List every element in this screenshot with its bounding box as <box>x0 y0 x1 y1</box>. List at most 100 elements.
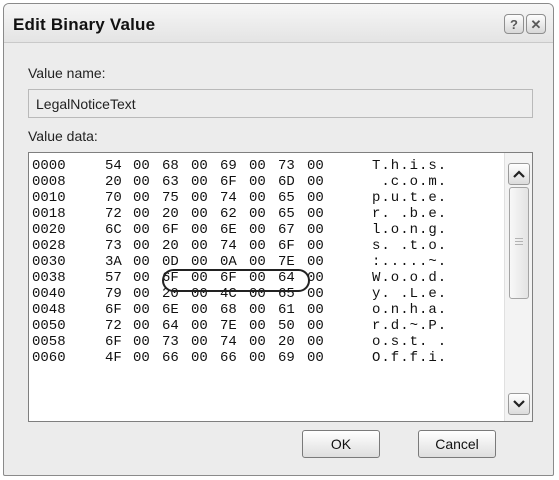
ascii-text[interactable]: :.....~. <box>372 254 447 270</box>
hex-byte[interactable]: 00 <box>249 206 266 222</box>
hex-byte[interactable]: 00 <box>191 334 208 350</box>
vertical-scrollbar[interactable] <box>504 153 532 421</box>
hex-byte[interactable]: 6F <box>220 174 237 190</box>
hex-byte[interactable]: 00 <box>133 334 150 350</box>
hex-byte[interactable]: 00 <box>249 366 266 382</box>
hex-byte[interactable]: 00 <box>249 238 266 254</box>
hex-byte[interactable]: 42 <box>278 366 295 382</box>
hex-byte[interactable]: 00 <box>307 238 324 254</box>
hex-byte[interactable]: 00 <box>133 238 150 254</box>
hex-byte[interactable]: 6E <box>162 302 179 318</box>
hex-byte[interactable]: 00 <box>191 238 208 254</box>
hex-byte[interactable]: 00 <box>249 158 266 174</box>
hex-byte[interactable]: 00 <box>249 318 266 334</box>
scroll-up-button[interactable] <box>508 163 530 185</box>
hex-byte[interactable]: 00 <box>133 366 150 382</box>
ascii-text[interactable]: O.f.f.i. <box>372 350 447 366</box>
hex-byte[interactable]: 00 <box>307 158 324 174</box>
hex-byte[interactable]: 00 <box>307 222 324 238</box>
hex-byte[interactable]: 00 <box>249 334 266 350</box>
title-bar[interactable]: Edit Binary Value ? ✕ <box>4 4 553 43</box>
hex-byte[interactable]: 57 <box>105 270 122 286</box>
hex-byte[interactable]: 63 <box>162 174 179 190</box>
hex-byte[interactable]: 50 <box>278 318 295 334</box>
hex-byte[interactable]: 4F <box>105 350 122 366</box>
hex-byte[interactable]: 7E <box>278 254 295 270</box>
hex-byte[interactable]: 00 <box>191 206 208 222</box>
hex-byte[interactable]: 67 <box>278 222 295 238</box>
hex-byte[interactable]: 79 <box>105 286 122 302</box>
hex-byte[interactable]: 6F <box>105 302 122 318</box>
hex-byte[interactable]: 20 <box>278 334 295 350</box>
hex-byte[interactable]: 00 <box>133 254 150 270</box>
hex-byte[interactable]: 00 <box>133 286 150 302</box>
ascii-text[interactable]: .c.o.m. <box>372 174 447 190</box>
hex-byte[interactable]: 74 <box>220 190 237 206</box>
ascii-text[interactable]: o.s.t. . <box>372 334 447 350</box>
value-data-editor[interactable]: 0000 54 00 68 00 69 00 73 00 T.h.i.s. 0008 20 00 63 00… <box>28 152 533 422</box>
hex-byte[interactable]: 00 <box>307 366 324 382</box>
ascii-text[interactable]: c.e. .B. <box>372 366 447 382</box>
hex-byte[interactable]: 00 <box>307 206 324 222</box>
hex-byte[interactable]: 6C <box>105 222 122 238</box>
hex-byte[interactable]: 00 <box>307 350 324 366</box>
hex-byte[interactable]: 72 <box>105 206 122 222</box>
hex-byte[interactable]: 20 <box>162 206 179 222</box>
hex-byte[interactable]: 70 <box>105 190 122 206</box>
hex-byte[interactable]: 73 <box>278 158 295 174</box>
ascii-text[interactable]: r. .b.e. <box>372 206 447 222</box>
hex-byte[interactable]: 65 <box>278 190 295 206</box>
hex-byte[interactable]: 69 <box>220 158 237 174</box>
hex-byte[interactable]: 00 <box>191 350 208 366</box>
hex-byte[interactable]: 00 <box>307 174 324 190</box>
hex-byte[interactable]: 0A <box>220 254 237 270</box>
hex-byte[interactable]: 00 <box>191 318 208 334</box>
ascii-text[interactable]: y. .L.e. <box>372 286 447 302</box>
hex-byte[interactable]: 75 <box>162 190 179 206</box>
hex-byte[interactable]: 6F <box>278 238 295 254</box>
hex-byte[interactable]: 00 <box>191 158 208 174</box>
hex-byte[interactable]: 00 <box>307 318 324 334</box>
hex-byte[interactable]: 00 <box>133 302 150 318</box>
hex-byte[interactable]: 20 <box>105 174 122 190</box>
hex-byte[interactable]: 64 <box>162 318 179 334</box>
hex-byte[interactable]: 20 <box>220 366 237 382</box>
hex-byte[interactable]: 66 <box>162 350 179 366</box>
hex-byte[interactable]: 00 <box>191 222 208 238</box>
hex-byte[interactable]: 66 <box>220 350 237 366</box>
cancel-button[interactable]: Cancel <box>418 430 496 458</box>
hex-byte[interactable]: 54 <box>105 158 122 174</box>
ascii-text[interactable]: T.h.i.s. <box>372 158 447 174</box>
hex-byte[interactable]: 3A <box>105 254 122 270</box>
hex-byte[interactable]: 6E <box>220 222 237 238</box>
hex-byte[interactable]: 74 <box>220 238 237 254</box>
help-button[interactable]: ? <box>504 14 524 34</box>
ascii-text[interactable]: l.o.n.g. <box>372 222 447 238</box>
hex-byte[interactable]: 00 <box>307 254 324 270</box>
hex-byte[interactable]: 20 <box>162 238 179 254</box>
hex-byte[interactable]: 0D <box>162 254 179 270</box>
hex-byte[interactable]: 7E <box>220 318 237 334</box>
hex-byte[interactable]: 00 <box>249 190 266 206</box>
hex-byte[interactable]: 65 <box>278 206 295 222</box>
hex-byte[interactable]: 62 <box>220 206 237 222</box>
hex-byte[interactable]: 73 <box>105 238 122 254</box>
hex-byte[interactable]: 6F <box>162 222 179 238</box>
hex-byte[interactable]: 6D <box>278 174 295 190</box>
hex-byte[interactable]: 68 <box>162 158 179 174</box>
hex-byte[interactable]: 00 <box>307 302 324 318</box>
hex-byte[interactable]: 61 <box>278 302 295 318</box>
hex-byte[interactable]: 63 <box>105 366 122 382</box>
ok-button[interactable]: OK <box>302 430 380 458</box>
hex-byte[interactable]: 00 <box>249 222 266 238</box>
hex-byte[interactable]: 00 <box>133 206 150 222</box>
hex-byte[interactable]: 00 <box>133 174 150 190</box>
ascii-text[interactable]: W.o.o.d. <box>372 270 447 286</box>
hex-byte[interactable]: 00 <box>191 190 208 206</box>
hex-byte[interactable]: 00 <box>133 190 150 206</box>
hex-byte[interactable]: 00 <box>249 174 266 190</box>
hex-byte[interactable]: 00 <box>307 190 324 206</box>
hex-byte[interactable]: 00 <box>191 254 208 270</box>
ascii-text[interactable]: o.n.h.a. <box>372 302 447 318</box>
hex-byte[interactable]: 74 <box>220 334 237 350</box>
